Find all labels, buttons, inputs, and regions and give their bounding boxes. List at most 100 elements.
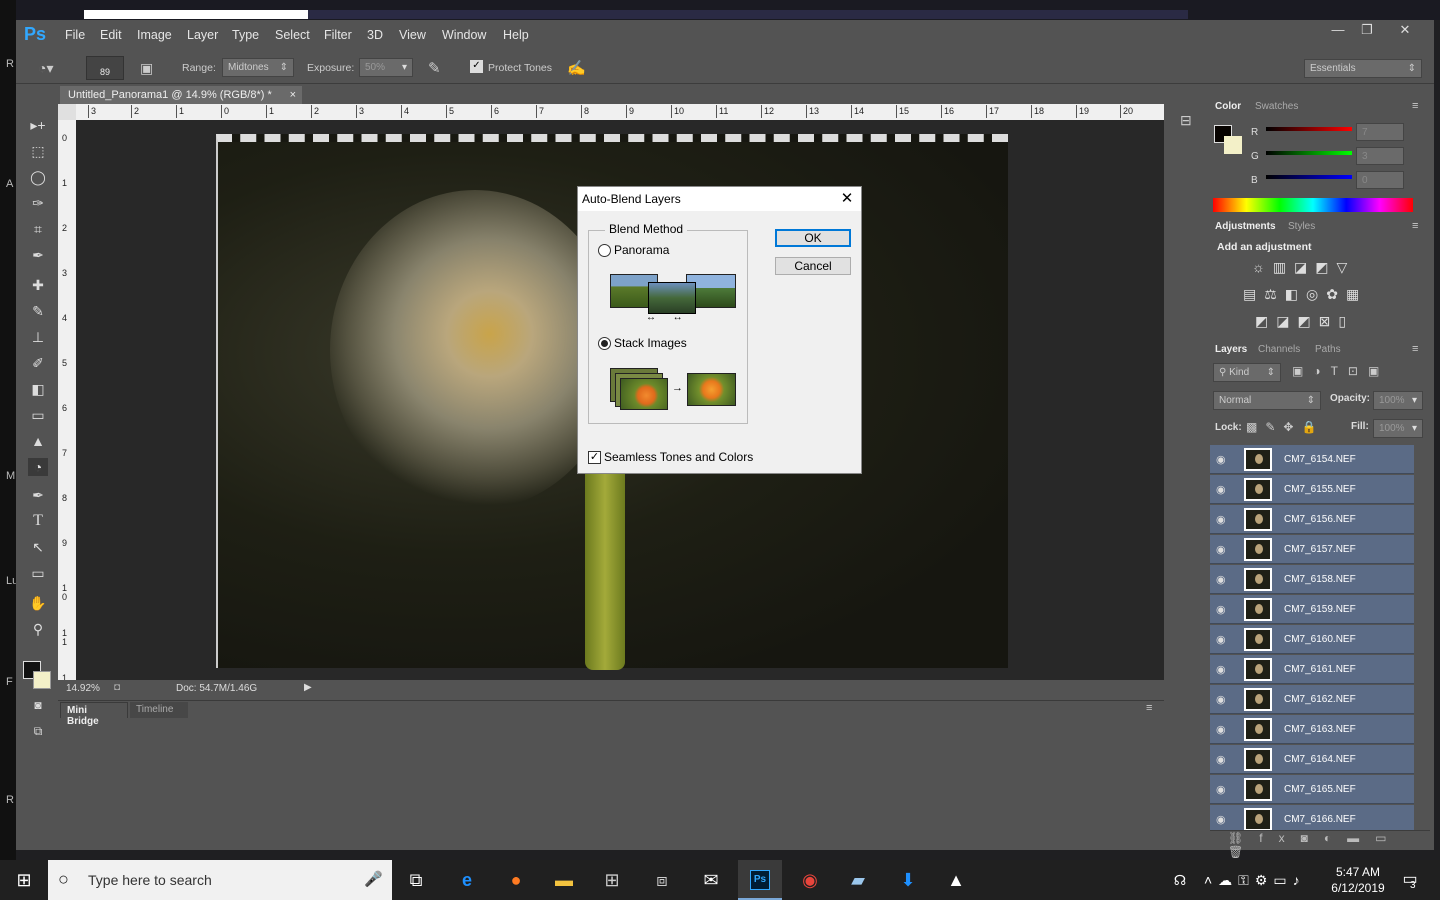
bottom-panel-menu-icon[interactable]: ≡ — [1146, 702, 1152, 714]
photoshop-taskbar-button[interactable]: Ps — [738, 860, 782, 900]
blend-mode-select[interactable]: Normal ⇕ — [1213, 391, 1321, 410]
people-icon[interactable]: ☊ — [1168, 868, 1192, 892]
screen-mode-icon[interactable]: ⧉ — [28, 722, 48, 740]
menu-type[interactable]: Type — [232, 28, 259, 42]
file-explorer-icon[interactable]: ▬ — [552, 868, 576, 892]
layer-row[interactable]: ◉ CM7_6158.NEF — [1210, 565, 1414, 594]
menu-3d[interactable]: 3D — [367, 28, 383, 42]
color-bg-swatch[interactable] — [1224, 136, 1242, 154]
tab-adjustments[interactable]: Adjustments — [1215, 221, 1276, 232]
visibility-eye-icon[interactable]: ◉ — [1216, 693, 1226, 706]
chrome-icon[interactable]: ◉ — [798, 868, 822, 892]
brush-panel-icon[interactable]: ▣ — [140, 60, 153, 77]
brush-tool-icon[interactable]: ✎ — [28, 302, 48, 320]
workspace-select[interactable]: Essentials ⇕ — [1304, 59, 1422, 78]
channel-r-value[interactable]: 7 — [1356, 123, 1404, 141]
exposure-field[interactable]: 50% ▾ — [359, 58, 413, 77]
ok-button[interactable]: OK — [775, 229, 851, 247]
tab-timeline[interactable]: Timeline — [130, 702, 188, 718]
menu-help[interactable]: Help — [503, 28, 529, 42]
type-tool-icon[interactable]: T — [28, 512, 48, 530]
dialog-close-button[interactable]: ✕ — [838, 190, 856, 208]
menu-filter[interactable]: Filter — [324, 28, 352, 42]
adjustment-icons-row-2[interactable]: ▤⚖◧◎✿▦ — [1243, 286, 1367, 303]
path-select-tool-icon[interactable]: ↖ — [28, 538, 48, 556]
menu-window[interactable]: Window — [442, 28, 486, 42]
history-panel-icon[interactable]: ⊟ — [1180, 112, 1192, 129]
visibility-eye-icon[interactable]: ◉ — [1216, 753, 1226, 766]
ruler-origin[interactable] — [58, 104, 76, 120]
visibility-eye-icon[interactable]: ◉ — [1216, 573, 1226, 586]
move-tool-icon[interactable]: ▸+ — [28, 116, 48, 134]
opacity-field[interactable]: 100% ▾ — [1373, 391, 1423, 410]
stack-images-label[interactable]: Stack Images — [614, 336, 687, 350]
tab-close-icon[interactable]: × — [290, 89, 296, 101]
visibility-eye-icon[interactable]: ◉ — [1216, 453, 1226, 466]
tab-channels[interactable]: Channels — [1258, 344, 1300, 355]
layer-row[interactable]: ◉ CM7_6164.NEF — [1210, 745, 1414, 774]
layers-footer-icons[interactable]: ⛓fx◙◐▬▭🗑 — [1210, 830, 1430, 859]
firefox-icon[interactable]: ● — [504, 868, 528, 892]
windows-start-icon[interactable]: ⊞ — [12, 868, 36, 892]
lasso-tool-icon[interactable]: ◯ — [28, 168, 48, 186]
layer-filter-icons[interactable]: ▣◑T⊡▣ — [1292, 364, 1389, 378]
background-color-swatch[interactable] — [33, 671, 51, 689]
clone-stamp-tool-icon[interactable]: ⊥ — [28, 328, 48, 346]
marquee-tool-icon[interactable]: ⬚ — [28, 142, 48, 160]
pen-tool-icon[interactable]: ✒ — [28, 486, 48, 504]
edge-icon[interactable]: e — [455, 868, 479, 892]
layer-row[interactable]: ◉ CM7_6159.NEF — [1210, 595, 1414, 624]
layer-row[interactable]: ◉ CM7_6163.NEF — [1210, 715, 1414, 744]
visibility-eye-icon[interactable]: ◉ — [1216, 663, 1226, 676]
quick-select-tool-icon[interactable]: ✑ — [28, 194, 48, 212]
photos-app-icon[interactable]: ▲ — [944, 868, 968, 892]
system-tray-icons[interactable]: ˄☁⚿⚙▭♪ — [1204, 868, 1314, 892]
visibility-eye-icon[interactable]: ◉ — [1216, 603, 1226, 616]
layer-row[interactable]: ◉ CM7_6155.NEF — [1210, 475, 1414, 504]
status-info-icon[interactable]: ◘ — [114, 682, 120, 693]
pressure-icon[interactable]: ✍ — [567, 59, 586, 77]
color-panel-menu-icon[interactable]: ≡ — [1412, 100, 1418, 112]
channel-b-value[interactable]: 0 — [1356, 171, 1404, 189]
menu-edit[interactable]: Edit — [100, 28, 122, 42]
visibility-eye-icon[interactable]: ◉ — [1216, 543, 1226, 556]
layer-filter-kind[interactable]: ⚲ Kind ⇕ — [1213, 363, 1281, 382]
layer-row[interactable]: ◉ CM7_6157.NEF — [1210, 535, 1414, 564]
adjustment-icons-row-3[interactable]: ◩◪◩⊠▯ — [1255, 313, 1354, 330]
eraser-tool-icon[interactable]: ◧ — [28, 380, 48, 398]
cancel-button[interactable]: Cancel — [775, 257, 851, 275]
menu-select[interactable]: Select — [275, 28, 310, 42]
notes-app-icon[interactable]: ▰ — [846, 868, 870, 892]
layer-row[interactable]: ◉ CM7_6161.NEF — [1210, 655, 1414, 684]
task-view-icon[interactable]: ⧉ — [404, 868, 428, 892]
menu-view[interactable]: View — [399, 28, 426, 42]
crop-tool-icon[interactable]: ⌗ — [28, 220, 48, 238]
blur-tool-icon[interactable]: ▲ — [28, 432, 48, 450]
zoom-tool-icon[interactable]: ⚲ — [28, 620, 48, 638]
sponge-tool-active-icon[interactable]: ◔ — [28, 458, 48, 476]
brush-size-picker[interactable]: 89 — [86, 56, 124, 80]
channel-b-slider[interactable] — [1266, 175, 1352, 179]
tab-color[interactable]: Color — [1215, 101, 1241, 112]
document-tab[interactable]: Untitled_Panorama1 @ 14.9% (RGB/8*) * × — [60, 86, 302, 104]
menu-layer[interactable]: Layer — [187, 28, 218, 42]
maximize-button[interactable]: ❐ — [1352, 22, 1382, 38]
status-menu-arrow-icon[interactable]: ▶ — [304, 682, 312, 693]
layer-row[interactable]: ◉ CM7_6160.NEF — [1210, 625, 1414, 654]
zoom-level[interactable]: 14.92% — [66, 683, 100, 694]
download-app-icon[interactable]: ⬇ — [896, 868, 920, 892]
menu-image[interactable]: Image — [137, 28, 172, 42]
channel-g-value[interactable]: 3 — [1356, 147, 1404, 165]
stack-images-radio[interactable] — [598, 337, 611, 350]
visibility-eye-icon[interactable]: ◉ — [1216, 783, 1226, 796]
visibility-eye-icon[interactable]: ◉ — [1216, 513, 1226, 526]
taskbar-clock[interactable]: 5:47 AM 6/12/2019 — [1318, 864, 1398, 896]
visibility-eye-icon[interactable]: ◉ — [1216, 633, 1226, 646]
gradient-tool-icon[interactable]: ▭ — [28, 406, 48, 424]
network-app-icon[interactable]: ⧈ — [650, 868, 674, 892]
range-select[interactable]: Midtones ⇕ — [222, 58, 294, 77]
rectangle-tool-icon[interactable]: ▭ — [28, 564, 48, 582]
adjustment-icons-row-1[interactable]: ☼▥◪◩▽ — [1252, 259, 1355, 276]
adjustments-menu-icon[interactable]: ≡ — [1412, 220, 1418, 232]
protect-tones-checkbox[interactable]: ✓ — [470, 60, 483, 73]
